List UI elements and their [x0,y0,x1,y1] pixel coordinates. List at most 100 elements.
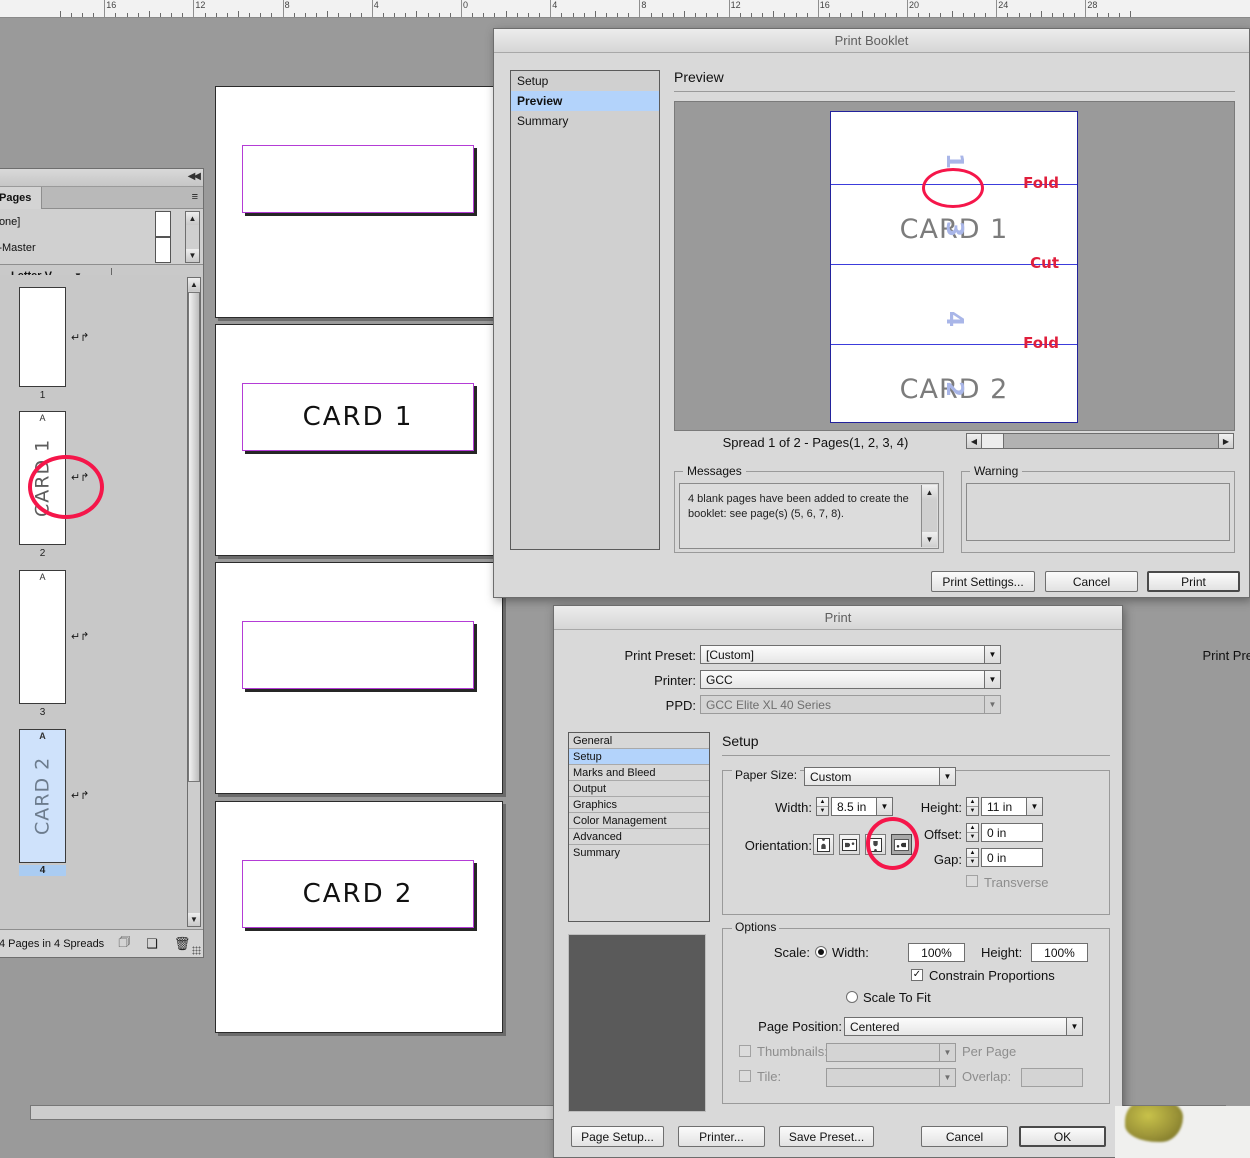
offset-stepper-up-icon[interactable]: ▲ [967,824,978,833]
portrait-icon[interactable] [813,834,834,855]
print-booklet-nav-list[interactable]: Setup Preview Summary [510,70,660,550]
pages-panel-titlebar[interactable]: ✕ ◀◀ [0,169,203,187]
portrait-glyph [817,837,830,852]
page-thumbnail-4[interactable]: A CARD 2 [19,729,66,863]
pages-panel[interactable]: ✕ ◀◀ ⇕ Pages ≡ None] A-Master ▲ ▼ [0,168,204,958]
collapse-panel-icon[interactable]: ◀◀ [188,171,201,182]
pages-vertical-scrollbar[interactable]: ▲ ▼ [187,277,201,927]
booklet-cancel-button[interactable]: Cancel [1045,571,1138,592]
chevron-down-icon[interactable]: ▼ [876,798,892,815]
chevron-down-icon[interactable]: ▼ [1066,1018,1082,1035]
warning-box[interactable] [966,483,1230,541]
pages-scroll-down-icon[interactable]: ▼ [188,913,200,926]
page-thumbnail-1[interactable] [19,287,66,387]
page-position-select[interactable]: Centered ▼ [844,1017,1083,1036]
pd-nav-general[interactable]: General [569,733,709,749]
resize-grip-icon[interactable] [192,946,201,955]
masters-scroll-up-icon[interactable]: ▲ [186,212,199,225]
gap-stepper-down-icon[interactable]: ▼ [967,858,978,866]
preview-scroll-thumb[interactable] [982,434,1004,448]
messages-scroll-up-icon[interactable]: ▲ [922,485,937,500]
master-item-none[interactable]: None] [0,209,203,235]
width-stepper-up-icon[interactable]: ▲ [817,798,828,807]
scale-to-fit-radio[interactable] [846,991,858,1003]
messages-scroll-down-icon[interactable]: ▼ [922,532,937,547]
offset-field[interactable]: 0 in [981,823,1043,842]
document-page-1[interactable] [215,86,503,318]
scale-height-field[interactable]: 100% [1031,943,1088,962]
messages-scrollbar[interactable]: ▲ ▼ [921,485,937,547]
print-booklet-dialog[interactable]: Print Booklet Setup Preview Summary Prev… [493,28,1250,598]
horizontal-ruler[interactable]: 16 12 8 4 0 4 8 12 16 20 24 28 [0,0,1250,18]
document-page-2[interactable]: CARD 1 [215,324,503,556]
printer-select[interactable]: GCC ▼ [700,670,1001,689]
masters-section[interactable]: None] A-Master ▲ ▼ [0,209,203,265]
new-page-icon[interactable]: 🗇 [118,933,130,955]
constrain-proportions-checkbox[interactable]: ✓ [911,969,923,981]
booklet-preview-area[interactable]: 1 Fold CARD 1 3 Cut 4 Fold CARD 2 2 [674,101,1235,431]
print-settings-button[interactable]: Print Settings... [931,571,1035,592]
master-item-a[interactable]: A-Master [0,235,203,261]
page-rotate-icon-4[interactable]: ↵↱ [71,789,89,802]
chevron-down-icon[interactable]: ▼ [939,768,955,785]
pd-nav-advanced[interactable]: Advanced [569,829,709,845]
page-thumbnail-3[interactable]: A [19,570,66,704]
width-field[interactable]: 8.5 in ▼ [831,797,893,816]
scroll-left-arrow-icon[interactable]: ◀ [967,434,982,448]
landscape-icon[interactable] [839,834,860,855]
text-frame-page-1[interactable] [242,145,474,213]
page-rotate-icon-1[interactable]: ↵↱ [71,331,89,344]
chevron-down-icon[interactable]: ▼ [984,646,1000,663]
scale-width-radio[interactable] [815,946,827,958]
pd-nav-color-management[interactable]: Color Management [569,813,709,829]
offset-stepper[interactable]: ▲ ▼ [966,823,979,842]
paper-size-select[interactable]: Custom ▼ [804,767,956,786]
gap-stepper[interactable]: ▲ ▼ [966,848,979,867]
document-page-4[interactable]: CARD 2 [215,801,503,1033]
width-stepper[interactable]: ▲ ▼ [816,797,829,816]
delete-page-icon[interactable]: 🗑 [174,936,191,952]
scroll-right-arrow-icon[interactable]: ▶ [1218,434,1233,448]
print-dialog-nav-list[interactable]: General Setup Marks and Bleed Output Gra… [568,732,710,922]
preview-horizontal-scrollbar[interactable]: ◀ ▶ [966,433,1234,449]
gap-field[interactable]: 0 in [981,848,1043,867]
masters-scrollbar[interactable]: ▲ ▼ [185,211,200,263]
height-stepper[interactable]: ▲ ▼ [966,797,979,816]
chevron-down-icon[interactable]: ▼ [984,671,1000,688]
pages-scroll-up-icon[interactable]: ▲ [188,278,200,291]
text-frame-page-2[interactable]: CARD 1 [242,383,474,451]
nav-item-summary[interactable]: Summary [511,111,659,131]
masters-scroll-down-icon[interactable]: ▼ [186,249,199,262]
document-page-3[interactable] [215,562,503,794]
pages-scroll-thumb[interactable] [188,292,200,782]
tab-pages[interactable]: ⇕ Pages [0,187,43,209]
pd-nav-summary[interactable]: Summary [569,845,709,861]
height-stepper-down-icon[interactable]: ▼ [967,807,978,815]
chevron-down-icon[interactable]: ▼ [1026,798,1042,815]
photo-thumbnail-image [1125,1106,1183,1142]
duplicate-page-icon[interactable]: ❑ [146,936,158,952]
offset-stepper-down-icon[interactable]: ▼ [967,833,978,841]
height-field[interactable]: 11 in ▼ [981,797,1043,816]
photo-thumbnail-peek[interactable] [1115,1106,1250,1158]
messages-box[interactable]: 4 blank pages have been added to create … [679,483,939,549]
panel-menu-icon[interactable]: ≡ [192,191,198,203]
booklet-print-button[interactable]: Print [1147,571,1240,592]
pd-nav-output[interactable]: Output [569,781,709,797]
page-rotate-icon-3[interactable]: ↵↱ [71,630,89,643]
pd-nav-marks-and-bleed[interactable]: Marks and Bleed [569,765,709,781]
text-frame-page-3[interactable] [242,621,474,689]
pd-nav-setup[interactable]: Setup [569,749,709,765]
scale-width-field[interactable]: 100% [908,943,965,962]
gap-stepper-up-icon[interactable]: ▲ [967,849,978,858]
width-stepper-down-icon[interactable]: ▼ [817,807,828,815]
text-frame-page-4[interactable]: CARD 2 [242,860,474,928]
pd-nav-graphics-label: Graphics [573,799,618,811]
print-dialog[interactable]: Print Print Preset: [Custom] ▼ GCC ▼ GCC… [553,605,1250,1158]
height-stepper-up-icon[interactable]: ▲ [967,798,978,807]
pd-nav-graphics[interactable]: Graphics [569,797,709,813]
page-thumbnail-list[interactable]: 1 ↵↱ A CARD 1 2 ↵↱ A 3 ↵↱ A CARD 2 4 ↵↱ [0,275,203,929]
nav-item-setup[interactable]: Setup [511,71,659,91]
nav-item-preview[interactable]: Preview [511,91,659,111]
print-preset-select[interactable]: [Custom] ▼ [700,645,1001,664]
